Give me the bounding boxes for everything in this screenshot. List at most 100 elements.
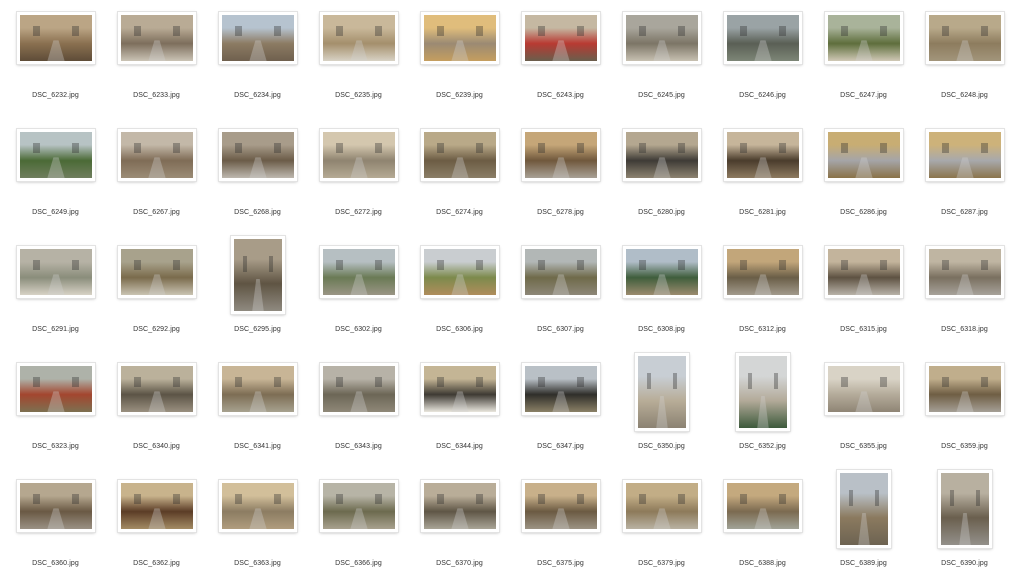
photo-tile[interactable]: DSC_6302.jpg	[308, 238, 409, 354]
photo-tile[interactable]: DSC_6350.jpg	[611, 353, 712, 471]
photo-tile[interactable]: DSC_6274.jpg	[409, 121, 510, 237]
photo-thumbnail[interactable]	[320, 129, 398, 181]
photo-thumbnail[interactable]	[421, 129, 499, 181]
photo-tile[interactable]: DSC_6295.jpg	[207, 236, 308, 354]
photo-thumbnail[interactable]	[926, 129, 1004, 181]
photo-thumbnail[interactable]	[623, 480, 701, 532]
photo-thumbnail[interactable]	[17, 363, 95, 415]
photo-thumbnail[interactable]	[320, 480, 398, 532]
photo-thumbnail[interactable]	[320, 12, 398, 64]
photo-tile[interactable]: DSC_6343.jpg	[308, 355, 409, 471]
photo-tile[interactable]: DSC_6344.jpg	[409, 355, 510, 471]
photo-tile[interactable]: DSC_6362.jpg	[106, 472, 207, 588]
photo-thumbnail[interactable]	[421, 363, 499, 415]
photo-thumbnail[interactable]	[118, 480, 196, 532]
photo-tile[interactable]: DSC_6249.jpg	[5, 121, 106, 237]
photo-tile[interactable]: DSC_6245.jpg	[611, 4, 712, 120]
photo-thumbnail[interactable]	[118, 12, 196, 64]
photo-thumbnail[interactable]	[623, 246, 701, 298]
photo-tile[interactable]: DSC_6234.jpg	[207, 4, 308, 120]
photo-tile[interactable]: DSC_6318.jpg	[914, 238, 1015, 354]
photo-tile[interactable]: DSC_6268.jpg	[207, 121, 308, 237]
photo-thumbnail[interactable]	[219, 12, 297, 64]
photo-tile[interactable]: DSC_6291.jpg	[5, 238, 106, 354]
photo-tile[interactable]: DSC_6390.jpg	[914, 470, 1015, 588]
photo-tile[interactable]: DSC_6340.jpg	[106, 355, 207, 471]
photo-thumbnail[interactable]	[825, 363, 903, 415]
photo-thumbnail[interactable]	[231, 236, 285, 314]
photo-thumbnail[interactable]	[623, 12, 701, 64]
photo-thumbnail[interactable]	[926, 12, 1004, 64]
photo-tile[interactable]: DSC_6280.jpg	[611, 121, 712, 237]
photo-thumbnail[interactable]	[825, 246, 903, 298]
photo-thumbnail[interactable]	[522, 129, 600, 181]
photo-tile[interactable]: DSC_6248.jpg	[914, 4, 1015, 120]
photo-thumbnail[interactable]	[118, 129, 196, 181]
photo-tile[interactable]: DSC_6360.jpg	[5, 472, 106, 588]
photo-tile[interactable]: DSC_6287.jpg	[914, 121, 1015, 237]
photo-tile[interactable]: DSC_6247.jpg	[813, 4, 914, 120]
photo-tile[interactable]: DSC_6239.jpg	[409, 4, 510, 120]
photo-tile[interactable]: DSC_6315.jpg	[813, 238, 914, 354]
photo-tile[interactable]: DSC_6323.jpg	[5, 355, 106, 471]
photo-tile[interactable]: DSC_6292.jpg	[106, 238, 207, 354]
photo-thumbnail[interactable]	[320, 363, 398, 415]
photo-tile[interactable]: DSC_6281.jpg	[712, 121, 813, 237]
photo-tile[interactable]: DSC_6352.jpg	[712, 353, 813, 471]
photo-tile[interactable]: DSC_6341.jpg	[207, 355, 308, 471]
photo-tile[interactable]: DSC_6379.jpg	[611, 472, 712, 588]
photo-thumbnail[interactable]	[320, 246, 398, 298]
photo-thumbnail[interactable]	[837, 470, 891, 548]
photo-thumbnail[interactable]	[635, 353, 689, 431]
photo-thumbnail[interactable]	[421, 12, 499, 64]
photo-thumbnail[interactable]	[522, 12, 600, 64]
photo-thumbnail[interactable]	[926, 363, 1004, 415]
photo-tile[interactable]: DSC_6232.jpg	[5, 4, 106, 120]
photo-thumbnail[interactable]	[118, 363, 196, 415]
photo-thumbnail[interactable]	[623, 129, 701, 181]
photo-thumbnail[interactable]	[522, 363, 600, 415]
photo-tile[interactable]: DSC_6347.jpg	[510, 355, 611, 471]
photo-thumbnail[interactable]	[421, 480, 499, 532]
photo-thumbnail[interactable]	[825, 129, 903, 181]
photo-thumbnail[interactable]	[219, 129, 297, 181]
photo-tile[interactable]: DSC_6388.jpg	[712, 472, 813, 588]
photo-tile[interactable]: DSC_6366.jpg	[308, 472, 409, 588]
photo-tile[interactable]: DSC_6235.jpg	[308, 4, 409, 120]
photo-thumbnail[interactable]	[219, 363, 297, 415]
photo-thumbnail[interactable]	[17, 246, 95, 298]
photo-thumbnail[interactable]	[736, 353, 790, 431]
photo-tile[interactable]: DSC_6312.jpg	[712, 238, 813, 354]
photo-tile[interactable]: DSC_6243.jpg	[510, 4, 611, 120]
photo-thumbnail[interactable]	[219, 480, 297, 532]
photo-tile[interactable]: DSC_6389.jpg	[813, 470, 914, 588]
photo-tile[interactable]: DSC_6307.jpg	[510, 238, 611, 354]
photo-thumbnail[interactable]	[938, 470, 992, 548]
photo-thumbnail[interactable]	[522, 480, 600, 532]
photo-tile[interactable]: DSC_6306.jpg	[409, 238, 510, 354]
photo-tile[interactable]: DSC_6308.jpg	[611, 238, 712, 354]
photo-tile[interactable]: DSC_6359.jpg	[914, 355, 1015, 471]
photo-tile[interactable]: DSC_6286.jpg	[813, 121, 914, 237]
photo-thumbnail[interactable]	[522, 246, 600, 298]
photo-thumbnail[interactable]	[17, 12, 95, 64]
photo-thumbnail[interactable]	[825, 12, 903, 64]
photo-thumbnail[interactable]	[724, 246, 802, 298]
photo-tile[interactable]: DSC_6375.jpg	[510, 472, 611, 588]
photo-thumbnail[interactable]	[724, 12, 802, 64]
photo-thumbnail[interactable]	[17, 480, 95, 532]
photo-thumbnail[interactable]	[17, 129, 95, 181]
photo-tile[interactable]: DSC_6370.jpg	[409, 472, 510, 588]
photo-thumbnail[interactable]	[724, 129, 802, 181]
photo-tile[interactable]: DSC_6272.jpg	[308, 121, 409, 237]
photo-thumbnail[interactable]	[926, 246, 1004, 298]
photo-tile[interactable]: DSC_6278.jpg	[510, 121, 611, 237]
photo-thumbnail[interactable]	[421, 246, 499, 298]
photo-tile[interactable]: DSC_6363.jpg	[207, 472, 308, 588]
photo-tile[interactable]: DSC_6267.jpg	[106, 121, 207, 237]
photo-tile[interactable]: DSC_6355.jpg	[813, 355, 914, 471]
photo-thumbnail[interactable]	[724, 480, 802, 532]
photo-tile[interactable]: DSC_6233.jpg	[106, 4, 207, 120]
photo-tile[interactable]: DSC_6246.jpg	[712, 4, 813, 120]
photo-thumbnail[interactable]	[118, 246, 196, 298]
